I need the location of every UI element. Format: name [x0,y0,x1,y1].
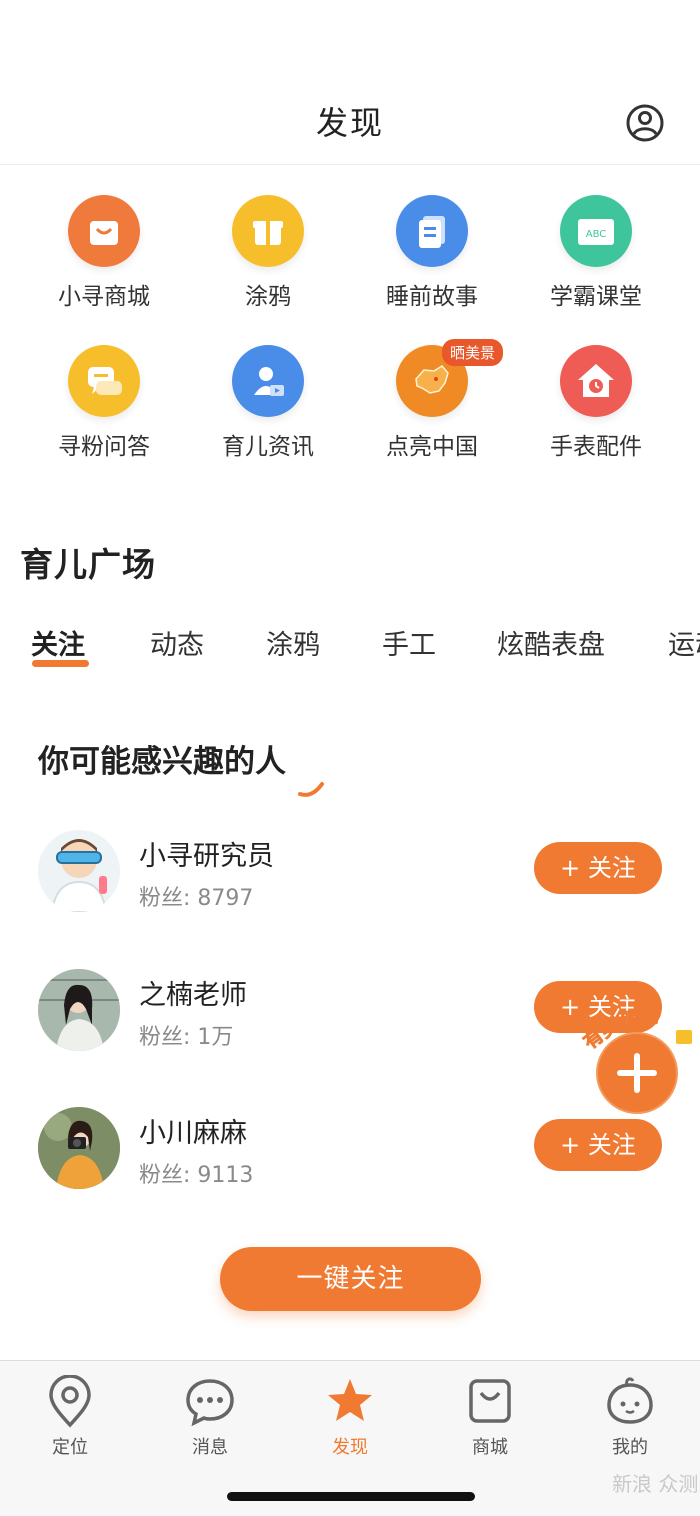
tab-discover[interactable]: 发现 [300,1375,400,1459]
location-pin-icon [49,1375,91,1428]
person-name: 之楠老师 [139,980,247,1011]
svg-text:ABC: ABC [586,229,607,240]
grid-label: 点亮中国 [386,434,478,460]
grid-label: 睡前故事 [386,284,478,310]
chat-bubble-icon [68,345,140,417]
cute-face-icon [607,1377,653,1424]
person-fans: 粉丝: 9113 [139,1163,254,1188]
publish-fab[interactable]: 有奖发布 [579,1006,700,1120]
house-clock-icon [560,345,632,417]
grid-item-china[interactable]: 晒美景 点亮中国 [357,339,507,461]
follow-all-button[interactable]: 一键关注 [220,1247,481,1311]
badge-scenery: 晒美景 [442,339,504,366]
tab-mine[interactable]: 我的 [580,1375,680,1459]
follow-button[interactable]: + 关注 [534,842,662,894]
grid-item-story[interactable]: 睡前故事 [357,195,507,311]
tab-follow[interactable]: 关注 [31,623,85,662]
blackboard-icon: ABC [560,195,632,267]
suggest-title: 你可能感兴趣的人 [38,744,286,780]
grid-label: 涂鸦 [245,284,291,310]
avatar [38,830,120,912]
person-fans: 粉丝: 8797 [139,886,254,911]
tab-label: 消息 [192,1437,228,1458]
gift-icon [232,195,304,267]
section-title: 育儿广场 [20,545,156,584]
user-profile-icon[interactable] [625,103,665,143]
grid-item-mall[interactable]: 小寻商城 [29,195,179,311]
list-item[interactable]: 小川麻麻 粉丝: 9113 + 关注 [0,1107,700,1197]
grid-label: 寻粉问答 [58,434,150,460]
page-title: 发现 [315,104,384,142]
list-item[interactable]: 小寻研究员 粉丝: 8797 + 关注 [0,830,700,920]
person-name: 小寻研究员 [139,841,274,872]
tab-mall[interactable]: 商城 [440,1375,540,1459]
home-indicator [227,1492,475,1501]
star-icon [328,1379,372,1421]
grid-label: 育儿资讯 [222,434,314,460]
grid-label: 小寻商城 [58,284,150,310]
tab-label: 商城 [472,1437,508,1458]
tab-doodle[interactable]: 涂鸦 [266,623,320,662]
tab-active-indicator [32,660,89,667]
watermark: 新浪 众测 [612,1472,699,1496]
avatar [38,969,120,1051]
gift-icon [676,1030,692,1044]
grid-item-accessories[interactable]: 手表配件 [521,345,671,461]
tab-watchface[interactable]: 炫酷表盘 [497,623,605,662]
title-decoration [298,782,324,797]
tab-feed[interactable]: 动态 [150,623,204,662]
tab-label: 我的 [612,1437,648,1458]
tab-craft[interactable]: 手工 [382,623,436,662]
message-icon [186,1379,234,1427]
tab-label: 定位 [52,1437,88,1458]
person-name: 小川麻麻 [139,1118,247,1149]
avatar [38,1107,120,1189]
shopping-bag-icon [68,195,140,267]
grid-label: 学霸课堂 [550,284,642,310]
tab-sport[interactable]: 运动 [668,623,700,662]
grid-label: 手表配件 [550,434,642,460]
follow-button[interactable]: + 关注 [534,1119,662,1171]
tab-messages[interactable]: 消息 [160,1375,260,1459]
person-video-icon [232,345,304,417]
grid-item-class[interactable]: ABC 学霸课堂 [521,195,671,311]
grid-item-doodle[interactable]: 涂鸦 [193,195,343,311]
tab-label: 发现 [332,1437,368,1458]
grid-item-qa[interactable]: 寻粉问答 [29,345,179,461]
top-header: 发现 [0,0,700,165]
category-tabs: 关注 动态 涂鸦 手工 炫酷表盘 运动 [0,615,700,675]
book-icon [396,195,468,267]
tab-location[interactable]: 定位 [20,1375,120,1459]
grid-item-news[interactable]: 育儿资讯 [193,345,343,461]
person-fans: 粉丝: 1万 [139,1025,234,1050]
bag-icon [469,1379,511,1423]
